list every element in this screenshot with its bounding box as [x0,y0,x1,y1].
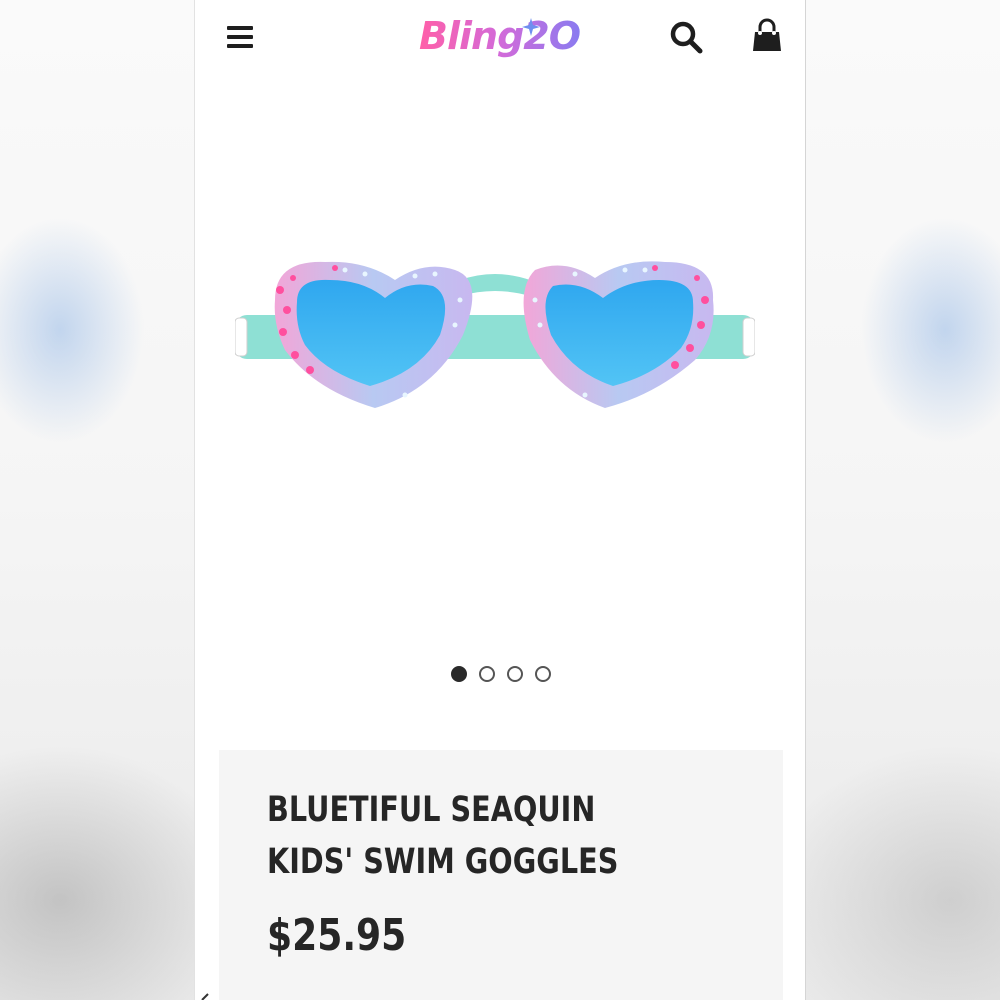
shopping-bag-icon [753,18,781,51]
cart-button[interactable] [751,18,783,54]
gallery-dot-3[interactable] [507,666,523,682]
logo-sparkle-icon [522,18,540,36]
product-info-card: BLUETIFUL SEAQUIN KIDS' SWIM GOGGLES $25… [219,750,783,1000]
hamburger-menu-icon [227,26,253,30]
gallery-pagination [195,666,805,690]
product-image [235,261,755,408]
mobile-page: Bling2O BLUETIFUL SEAQUIN KIDS' SWIM GOG… [194,0,806,1000]
brand-logo[interactable]: Bling2O [419,10,589,68]
menu-button[interactable] [225,24,255,50]
product-title: BLUETIFUL SEAQUIN KIDS' SWIM GOGGLES [267,790,619,882]
site-header: Bling2O [195,0,805,80]
gallery-dot-2[interactable] [479,666,495,682]
search-icon [670,21,703,54]
gallery-dot-1[interactable] [451,666,467,682]
product-price: $25.95 [267,910,407,961]
search-button[interactable] [669,20,705,56]
product-gallery[interactable] [195,90,805,650]
gallery-dot-4[interactable] [535,666,551,682]
chevron-corner-icon [201,993,209,1000]
